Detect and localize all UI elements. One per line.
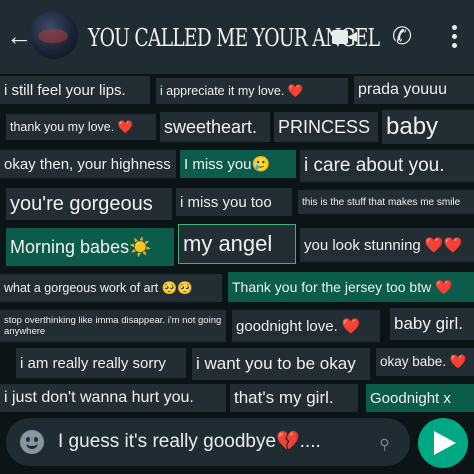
message-bubble[interactable]: you look stunning ❤️❤️ [300,228,474,262]
message-bubble[interactable]: PRINCESS [274,112,378,142]
video-camera-icon[interactable] [332,24,360,50]
message-bubble[interactable]: baby girl. [390,308,474,340]
message-bubble[interactable]: that's my girl. [230,384,358,412]
message-bubble[interactable]: i want you to be okay [192,348,370,380]
contact-avatar[interactable] [30,11,78,59]
message-bubble[interactable]: i miss you too [176,188,292,216]
message-bubble[interactable]: goodnight love. ❤️ [232,310,380,342]
smiley-icon[interactable] [20,430,44,454]
message-bubble[interactable]: Morning babes☀️ [6,228,174,266]
message-bubble[interactable]: okay then, your highness [0,150,176,178]
phone-icon[interactable]: ✆ [388,24,416,50]
chat-header: ← YOU CALLED ME YOUR ANGEL ✆ [0,0,474,74]
message-bubble[interactable]: thank you my love. ❤️ [6,114,156,140]
message-bubble[interactable]: i appreciate it my love. ❤️ [156,78,348,104]
message-bubble[interactable]: I miss you🥲 [180,150,296,178]
back-arrow-icon[interactable]: ← [6,22,32,50]
message-bubble[interactable]: okay babe. ❤️ [376,348,474,376]
paperclip-icon[interactable]: ⌕ [364,422,404,462]
message-bubble[interactable]: you're gorgeous [6,188,172,220]
message-bubble[interactable]: i still feel your lips. [0,76,150,104]
message-bubble[interactable]: Goodnight x [366,384,474,412]
message-bubble[interactable]: what a gorgeous work of art 🥺🥺 [0,274,222,302]
send-button[interactable] [418,418,468,468]
message-bubble[interactable]: sweetheart. [160,112,270,142]
message-bubble[interactable]: prada youuu [354,76,474,104]
three-dots-icon[interactable] [448,24,460,50]
avatar-image [38,29,68,43]
message-bubble[interactable]: stop overthinking like imma disappear. i… [0,310,226,342]
message-bubble[interactable]: Thank you for the jersey too btw ❤️ [228,272,474,302]
message-bubble[interactable]: i care about you. [300,150,474,182]
message-bubble[interactable]: my angel [178,224,296,264]
send-arrow-icon [434,431,456,455]
message-bubble[interactable]: this is the stuff that makes me smile [298,190,474,214]
message-list: i still feel your lips. i appreciate it … [0,74,474,414]
message-input-bar[interactable]: I guess it's really goodbye💔.... ⌕ [6,418,410,466]
message-input-text[interactable]: I guess it's really goodbye💔.... [58,430,321,454]
message-bubble[interactable]: i am really really sorry [16,348,186,378]
message-bubble[interactable]: baby [382,110,474,144]
message-bubble[interactable]: i just don't wanna hurt you. [0,384,226,412]
